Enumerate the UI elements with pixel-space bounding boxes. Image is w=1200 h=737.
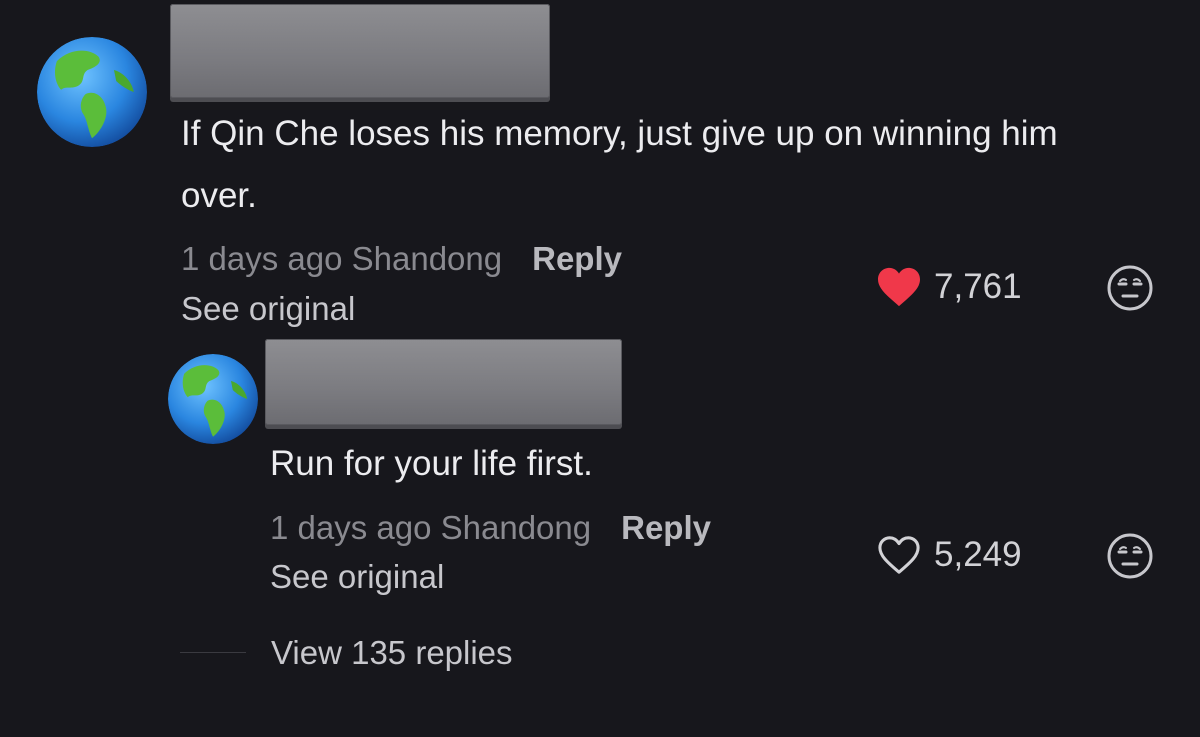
dislike-button[interactable] <box>1106 264 1154 312</box>
comment-text: If Qin Che loses his memory, just give u… <box>181 114 1058 215</box>
comment-text: Run for your life first. <box>270 444 593 483</box>
like-count: 7,761 <box>934 267 1022 306</box>
username-redacted <box>265 339 622 425</box>
view-replies-button[interactable]: View 135 replies <box>271 634 513 672</box>
comment-timestamp-location: 1 days ago Shandong <box>270 509 592 546</box>
replies-divider <box>180 652 246 653</box>
heart-filled-icon <box>878 267 920 307</box>
like-button[interactable]: 7,761 <box>876 266 1022 308</box>
like-count: 5,249 <box>934 535 1022 574</box>
comment-meta: 1 days ago Shandong Reply <box>270 509 711 547</box>
avatar[interactable] <box>37 37 147 147</box>
like-button[interactable]: 5,249 <box>876 534 1022 576</box>
globe-icon <box>37 37 147 147</box>
globe-icon <box>168 354 258 444</box>
unamused-face-icon <box>1107 265 1153 311</box>
unamused-face-icon <box>1107 533 1153 579</box>
username-redacted <box>170 4 550 98</box>
avatar[interactable] <box>168 354 258 444</box>
see-original-link[interactable]: See original <box>270 558 444 596</box>
see-original-link[interactable]: See original <box>181 290 355 328</box>
dislike-button[interactable] <box>1106 532 1154 580</box>
comment-meta: 1 days ago Shandong Reply <box>181 240 622 278</box>
reply-button[interactable]: Reply <box>532 240 622 277</box>
comment-timestamp-location: 1 days ago Shandong <box>181 240 503 277</box>
reply-button[interactable]: Reply <box>621 509 711 546</box>
heart-outline-icon <box>878 536 920 574</box>
